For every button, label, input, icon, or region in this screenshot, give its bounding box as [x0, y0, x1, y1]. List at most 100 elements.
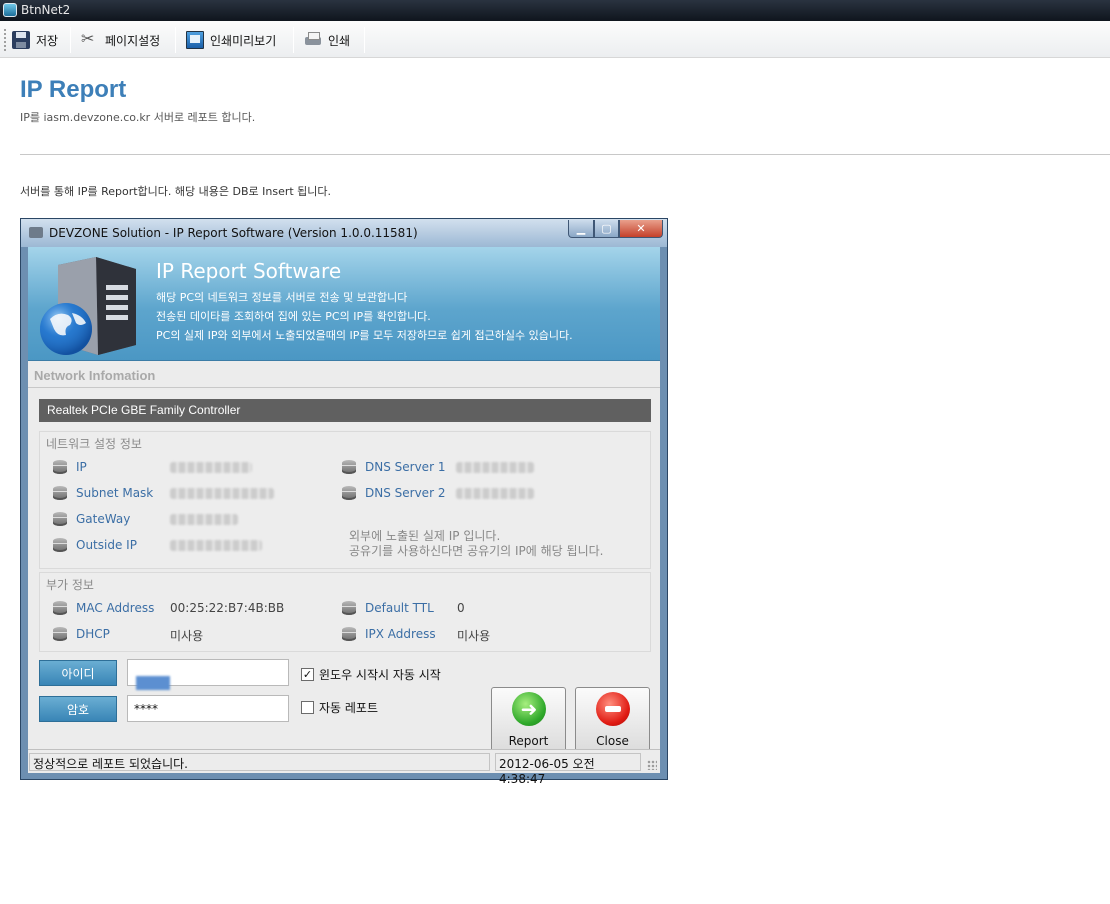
- password-input[interactable]: [127, 695, 289, 722]
- toolbar-grip[interactable]: [4, 29, 7, 51]
- hero-line: PC의 실제 IP와 외부에서 노출되었을때의 IP를 모두 저장하므로 쉽게 …: [156, 329, 573, 342]
- group-title: 부가 정보: [46, 578, 94, 592]
- report-button[interactable]: ➜ Report: [491, 687, 566, 752]
- autoreport-label: 자동 레포트: [319, 701, 379, 715]
- page-divider: [20, 154, 1110, 155]
- id-label: 아이디: [39, 660, 117, 686]
- mac-value: 00:25:22:B7:4B:BB: [170, 601, 285, 615]
- dhcp-value: 미사용: [170, 629, 204, 643]
- outside-ip-note: 공유기를 사용하신다면 공유기의 IP에 해당 됩니다.: [349, 544, 604, 558]
- autostart-label: 윈도우 시작시 자동 시작: [319, 668, 441, 682]
- outside-ip-row: Outside IP: [52, 536, 137, 554]
- print-preview-label: 인쇄미리보기: [210, 33, 277, 48]
- ipx-value: 미사용: [457, 629, 491, 643]
- toolbar-separator: [70, 27, 71, 53]
- close-window-button[interactable]: ✕: [619, 220, 663, 238]
- dns2-row: DNS Server 2: [341, 484, 445, 502]
- ip-row: IP: [52, 458, 87, 476]
- dns1-label: DNS Server 1: [365, 460, 446, 474]
- maximize-button[interactable]: ▢: [594, 220, 619, 238]
- save-label: 저장: [36, 33, 59, 48]
- ip-report-window: DEVZONE Solution - IP Report Software (V…: [20, 218, 668, 786]
- subnet-row: Subnet Mask: [52, 484, 153, 502]
- autoreport-checkbox[interactable]: 자동 레포트: [301, 699, 378, 716]
- network-settings-group: 네트워크 설정 정보 IP Subnet Mask GateWay Outsid…: [39, 431, 651, 569]
- resize-grip-icon[interactable]: [647, 760, 657, 770]
- section-divider: [28, 387, 660, 388]
- ttl-row: Default TTL: [341, 599, 434, 617]
- maximize-icon: ▢: [601, 222, 612, 235]
- checkbox-unchecked-icon: [301, 701, 314, 714]
- database-icon: [52, 459, 68, 475]
- print-button[interactable]: 인쇄: [304, 27, 350, 53]
- dhcp-row: DHCP: [52, 625, 110, 643]
- dns2-value-redacted: [456, 488, 534, 499]
- page-subtitle: IP를 iasm.devzone.co.kr 서버로 레포트 합니다.: [20, 111, 256, 124]
- mac-row: MAC Address: [52, 599, 154, 617]
- database-icon: [52, 511, 68, 527]
- database-icon: [52, 600, 68, 616]
- database-icon: [52, 485, 68, 501]
- hero-line: 해당 PC의 네트워크 정보를 서버로 전송 및 보관합니다: [156, 291, 408, 304]
- stop-icon: [596, 692, 630, 726]
- autostart-checkbox[interactable]: ✓ 윈도우 시작시 자동 시작: [301, 666, 441, 683]
- window-titlebar[interactable]: DEVZONE Solution - IP Report Software (V…: [21, 219, 667, 247]
- page-description: 서버를 통해 IP를 Report합니다. 해당 내용은 DB로 Insert …: [20, 185, 332, 198]
- gateway-label: GateWay: [76, 512, 131, 526]
- toolbar: 저장 페이지설정 인쇄미리보기 인쇄: [0, 21, 1110, 58]
- tools-icon: [81, 29, 99, 49]
- save-icon: [12, 31, 30, 49]
- subnet-value-redacted: [170, 488, 274, 499]
- outside-ip-value-redacted: [170, 540, 262, 551]
- database-icon: [52, 626, 68, 642]
- ipx-label: IPX Address: [365, 627, 436, 641]
- close-icon: ✕: [636, 222, 646, 235]
- dns1-row: DNS Server 1: [341, 458, 445, 476]
- password-label: 암호: [39, 696, 117, 722]
- dns1-value-redacted: [456, 462, 534, 473]
- section-title: Network Infomation: [34, 368, 156, 383]
- app-icon: [3, 3, 17, 17]
- adapter-name: Realtek PCIe GBE Family Controller: [39, 399, 651, 422]
- id-value-redacted: [136, 676, 170, 690]
- toolbar-separator: [293, 27, 294, 53]
- minimize-button[interactable]: ▁: [568, 220, 594, 238]
- toolbar-separator: [364, 27, 365, 53]
- database-icon: [341, 600, 357, 616]
- database-icon: [341, 485, 357, 501]
- ttl-value: 0: [457, 601, 465, 615]
- group-title: 네트워크 설정 정보: [46, 437, 142, 451]
- mac-label: MAC Address: [76, 601, 155, 615]
- database-icon: [52, 537, 68, 553]
- gateway-row: GateWay: [52, 510, 130, 528]
- arrow-right-icon: ➜: [512, 692, 546, 726]
- print-preview-icon: [186, 31, 204, 49]
- toolbar-separator: [175, 27, 176, 53]
- window-app-icon: [29, 227, 43, 238]
- database-icon: [341, 626, 357, 642]
- close-button[interactable]: Close: [575, 687, 650, 752]
- dns2-label: DNS Server 2: [365, 486, 446, 500]
- hero-line: 전송된 데이타를 조회하여 집에 있는 PC의 IP를 확인합니다.: [156, 310, 431, 323]
- status-datetime: 2012-06-05 오전 4:38:47: [495, 753, 641, 786]
- ipx-row: IPX Address: [341, 625, 436, 643]
- gateway-value-redacted: [170, 514, 238, 525]
- close-label: Close: [596, 734, 629, 748]
- page-title: IP Report: [20, 76, 127, 103]
- page-setup-button[interactable]: 페이지설정: [81, 27, 160, 53]
- print-label: 인쇄: [328, 33, 351, 48]
- extra-info-group: 부가 정보 MAC Address 00:25:22:B7:4B:BB DHCP…: [39, 572, 651, 652]
- database-icon: [341, 459, 357, 475]
- print-preview-button[interactable]: 인쇄미리보기: [186, 27, 276, 53]
- window-title: DEVZONE Solution - IP Report Software (V…: [49, 226, 418, 240]
- save-button[interactable]: 저장: [12, 27, 58, 53]
- ip-label: IP: [76, 460, 87, 474]
- minimize-icon: ▁: [576, 222, 586, 235]
- hero-banner: IP Report Software 해당 PC의 네트워크 정보를 서버로 전…: [28, 247, 660, 361]
- printer-icon: [304, 31, 322, 49]
- app-title: BtnNet2: [21, 3, 71, 17]
- status-message: 정상적으로 레포트 되었습니다.: [29, 753, 490, 771]
- outside-ip-label: Outside IP: [76, 538, 137, 552]
- subnet-label: Subnet Mask: [76, 486, 154, 500]
- hero-title: IP Report Software: [156, 259, 342, 283]
